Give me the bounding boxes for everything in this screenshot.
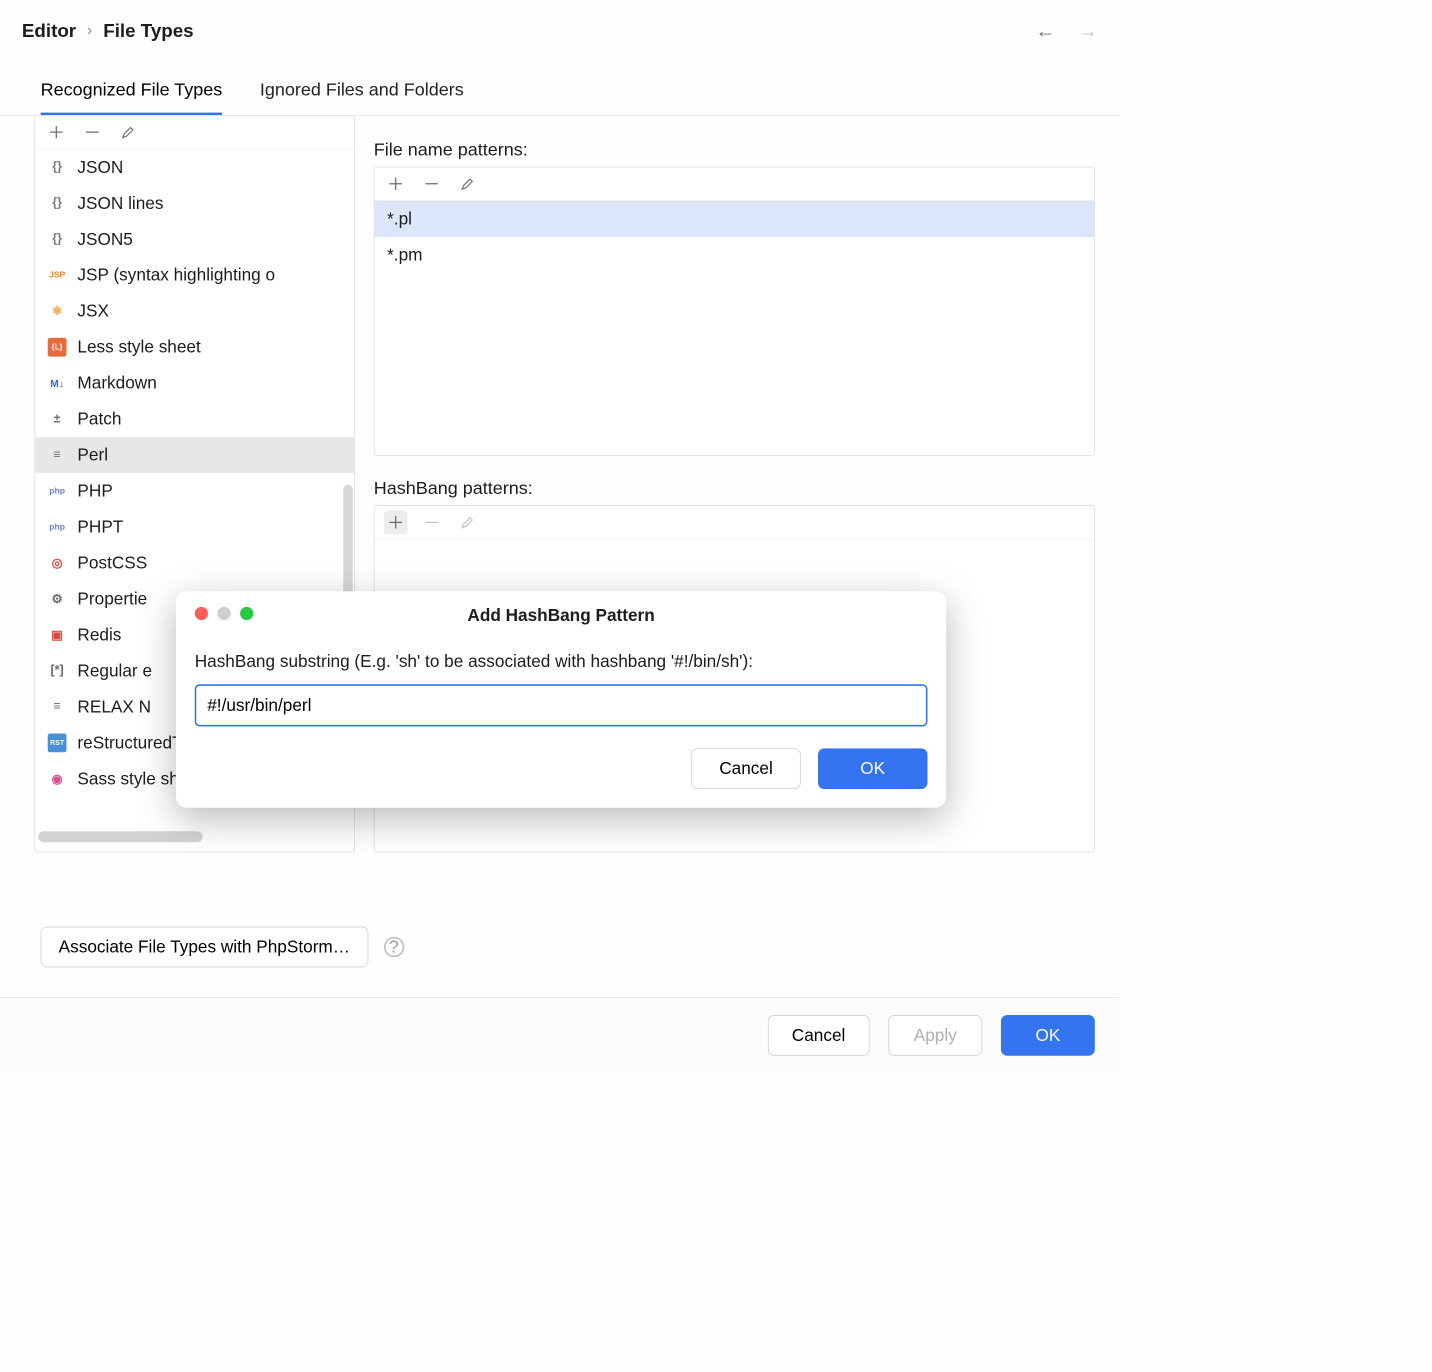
tabs: Recognized File Types Ignored Files and … [0,43,1120,116]
dialog-title: Add HashBang Pattern [176,605,946,625]
help-icon[interactable]: ? [384,937,404,957]
list-item: ⚛JSX [35,293,354,329]
list-item: {}JSON lines [35,185,354,221]
remove-icon[interactable] [423,175,440,192]
file-name-patterns-label: File name patterns: [374,139,1095,160]
breadcrumb-root[interactable]: Editor [22,20,76,42]
list-item: M↓Markdown [35,365,354,401]
dialog-cancel-button[interactable]: Cancel [691,748,800,789]
add-icon[interactable] [387,175,404,192]
cancel-button[interactable]: Cancel [768,1015,870,1056]
edit-icon[interactable] [120,124,137,141]
edit-icon [459,514,476,531]
list-item: ±Patch [35,401,354,437]
add-icon[interactable] [48,124,65,141]
list-item-selected: ≡Perl [35,437,354,473]
remove-icon[interactable] [84,124,101,141]
file-name-patterns-box: *.pl *.pm [374,167,1095,456]
remove-icon [423,514,440,531]
hashbang-patterns-label: HashBang patterns: [374,478,1095,499]
pattern-item-selected[interactable]: *.pl [375,201,1094,237]
list-item: {}JSON5 [35,221,354,257]
add-icon[interactable] [384,511,407,534]
horizontal-scrollbar[interactable] [38,831,202,842]
tab-ignored-files-folders[interactable]: Ignored Files and Folders [260,79,464,115]
list-item: JSPJSP (syntax highlighting o [35,257,354,293]
tab-recognized-file-types[interactable]: Recognized File Types [41,79,223,116]
list-item: phpPHPT [35,509,354,545]
dialog-footer: Cancel Apply OK [0,997,1120,1073]
associate-file-types-button[interactable]: Associate File Types with PhpStorm… [41,927,368,968]
pattern-item[interactable]: *.pm [375,237,1094,273]
nav-forward-icon: → [1078,19,1098,43]
add-hashbang-pattern-dialog: Add HashBang Pattern HashBang substring … [176,591,946,808]
list-item: ◎PostCSS [35,545,354,581]
breadcrumb: Editor › File Types [22,20,194,42]
apply-button: Apply [888,1015,982,1056]
list-item: {L}Less style sheet [35,329,354,365]
breadcrumb-page: File Types [103,20,193,42]
hashbang-substring-label: HashBang substring (E.g. 'sh' to be asso… [195,651,928,671]
dialog-ok-button[interactable]: OK [818,748,927,789]
list-item: {}JSON [35,149,354,185]
ok-button[interactable]: OK [1001,1015,1095,1056]
list-item: phpPHP [35,473,354,509]
edit-icon[interactable] [459,175,476,192]
nav-back-icon[interactable]: ← [1035,19,1055,43]
hashbang-substring-input[interactable] [195,684,928,726]
chevron-right-icon: › [87,22,92,40]
